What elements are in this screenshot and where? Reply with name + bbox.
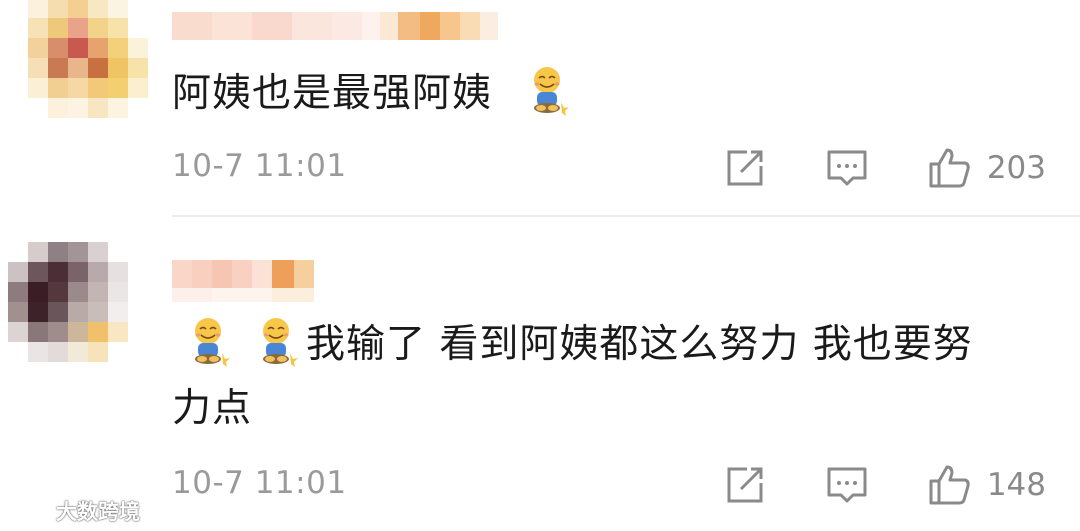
username[interactable] <box>172 260 314 288</box>
comment-text-line2-wrap: 力点 <box>172 377 1052 441</box>
comment-meta: 10-7 11:01 148 <box>172 457 1046 513</box>
like-button[interactable]: 148 <box>927 463 1046 507</box>
reply-icon[interactable] <box>825 463 869 507</box>
like-count: 148 <box>986 467 1046 503</box>
timestamp: 10-7 11:01 <box>172 148 347 184</box>
comment-actions: 203 <box>723 140 1046 196</box>
comment-text-line1: 我输了 看到阿姨都这么努力 我也要努 <box>306 322 973 367</box>
username-shadow <box>172 288 314 302</box>
comment-text: 阿姨也是最强阿姨 <box>172 62 1052 126</box>
like-count: 203 <box>986 150 1046 186</box>
username[interactable] <box>172 12 498 40</box>
comment-text-content: 阿姨也是最强阿姨 <box>172 71 493 116</box>
comment-1: 阿姨也是最强阿姨 10-7 11:01 203 <box>0 0 1080 216</box>
like-button[interactable]: 203 <box>927 146 1046 190</box>
watermark-logo-icon <box>8 500 48 522</box>
sitting-smile-emoji <box>186 315 230 367</box>
sitting-smile-emoji <box>254 315 298 367</box>
comment-actions: 148 <box>723 457 1046 513</box>
share-icon[interactable] <box>723 146 767 190</box>
comment-text: 我输了 看到阿姨都这么努力 我也要努 <box>186 313 1066 377</box>
avatar[interactable] <box>28 0 148 118</box>
sitting-smile-emoji <box>525 64 570 116</box>
thumbs-up-icon[interactable] <box>927 463 971 507</box>
thumbs-up-icon[interactable] <box>927 146 971 190</box>
comment-meta: 10-7 11:01 203 <box>172 140 1046 196</box>
timestamp: 10-7 11:01 <box>172 465 347 501</box>
avatar[interactable] <box>8 242 128 362</box>
comment-2: 我输了 看到阿姨都这么努力 我也要努 力点 10-7 11:01 148 <box>0 216 1080 531</box>
watermark-text: 大数跨境 <box>56 500 140 524</box>
watermark: 大数跨境 <box>8 496 140 526</box>
comment-text-line2: 力点 <box>172 386 253 431</box>
reply-icon[interactable] <box>825 146 869 190</box>
share-icon[interactable] <box>723 463 767 507</box>
